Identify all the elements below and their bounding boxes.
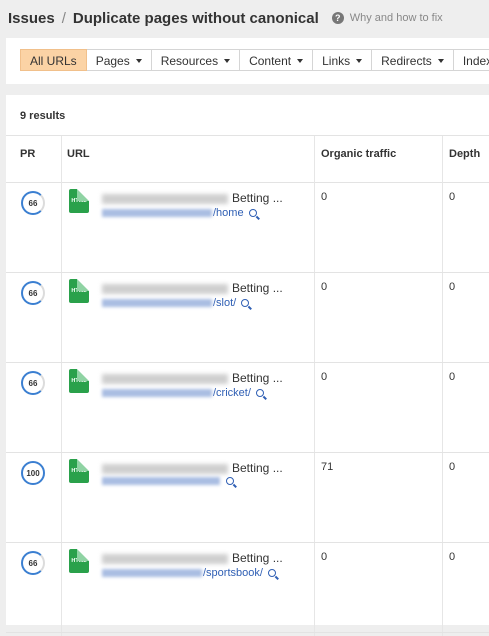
depth-value: 0 xyxy=(449,551,456,563)
search-icon[interactable] xyxy=(267,569,276,577)
url-path-text: /slot/ xyxy=(213,297,237,309)
pr-score-badge: 66 xyxy=(21,551,45,575)
redacted-title xyxy=(102,373,228,384)
breadcrumb: Issues / Duplicate pages without canonic… xyxy=(8,8,443,28)
redacted-title xyxy=(102,283,228,294)
organic-traffic-value: 0 xyxy=(321,281,328,293)
filter-tabs-panel: All URLs Pages Resources Content Links Redire… xyxy=(6,38,489,84)
results-count: 9 results xyxy=(20,110,66,122)
pr-score-badge: 66 xyxy=(21,191,45,215)
redacted-url xyxy=(102,209,212,217)
page-title: Duplicate pages without canonical xyxy=(72,9,319,27)
redacted-url xyxy=(102,477,220,485)
title-text: Betting ... xyxy=(232,281,283,295)
tab-all-urls[interactable]: All URLs xyxy=(20,49,87,71)
breadcrumb-issues[interactable]: Issues xyxy=(8,10,55,27)
depth-value: 0 xyxy=(449,191,456,203)
why-how-to-fix-link[interactable]: Why and how to fix xyxy=(350,12,443,24)
tab-content[interactable]: Content xyxy=(240,49,314,71)
html-file-icon: HTML xyxy=(69,369,89,393)
pr-score-badge: 66 xyxy=(21,371,45,395)
search-icon[interactable] xyxy=(226,477,234,485)
redacted-title xyxy=(102,193,228,204)
breadcrumb-separator: / xyxy=(61,9,66,27)
tab-label: Resources xyxy=(160,54,219,68)
pr-score-badge: 66 xyxy=(21,281,45,305)
tab-redirects[interactable]: Redirects xyxy=(372,49,454,71)
column-header-depth[interactable]: Depth xyxy=(449,148,480,160)
depth-value: 0 xyxy=(449,461,456,473)
table-row: 66 HTML Betting ... /slot/0 0 xyxy=(6,272,489,363)
organic-traffic-value: 0 xyxy=(321,551,328,563)
html-file-icon: HTML xyxy=(69,549,89,573)
url-link[interactable]: /slot/ xyxy=(102,297,250,309)
url-path-text: /cricket/ xyxy=(213,387,251,399)
column-header-pr[interactable]: PR xyxy=(20,148,35,160)
redacted-title xyxy=(102,463,228,474)
search-icon[interactable] xyxy=(248,209,257,217)
redacted-url xyxy=(102,569,202,577)
table-row: 66 HTML Betting ... /cricket/0 0 xyxy=(6,362,489,453)
url-link[interactable]: /home xyxy=(102,207,257,219)
tab-label: Redirects xyxy=(381,54,432,68)
url-path-text: /home xyxy=(213,207,244,219)
page-title-cell: Betting ... xyxy=(102,191,283,205)
column-header-organic-traffic[interactable]: Organic traffic xyxy=(321,148,396,160)
page-title-cell: Betting ... xyxy=(102,281,283,295)
table-header: PR URL Organic traffic Depth xyxy=(6,135,489,183)
html-file-icon: HTML xyxy=(69,279,89,303)
redacted-url xyxy=(102,299,212,307)
caret-down-icon xyxy=(437,59,444,63)
search-icon[interactable] xyxy=(241,299,250,307)
redacted-url xyxy=(102,389,212,397)
url-link[interactable]: /sportsbook/ xyxy=(102,567,276,579)
column-header-url[interactable]: URL xyxy=(67,148,90,160)
title-text: Betting ... xyxy=(232,461,283,475)
depth-value: 0 xyxy=(449,371,456,383)
tab-pages[interactable]: Pages xyxy=(86,49,152,71)
caret-down-icon xyxy=(356,59,363,63)
page-title-cell: Betting ... xyxy=(102,551,283,565)
page-title-cell: Betting ... xyxy=(102,371,283,385)
table-row: 100 HTML Betting ... 71 0 xyxy=(6,452,489,543)
table-row: 66 HTML Betting ... /home 0 0 xyxy=(6,182,489,273)
tab-links[interactable]: Links xyxy=(313,49,373,71)
title-text: Betting ... xyxy=(232,191,283,205)
tab-index[interactable]: Index xyxy=(453,49,489,71)
url-path-text: /sportsbook/ xyxy=(203,567,263,579)
title-text: Betting ... xyxy=(232,551,283,565)
url-link[interactable]: /cricket/ xyxy=(102,387,264,399)
tab-label: Content xyxy=(249,54,292,68)
redacted-title xyxy=(102,553,228,564)
caret-down-icon xyxy=(224,59,231,63)
organic-traffic-value: 0 xyxy=(321,371,328,383)
tab-resources[interactable]: Resources xyxy=(151,49,241,71)
html-file-icon: HTML xyxy=(69,189,89,213)
tab-label: Index xyxy=(462,54,489,68)
filter-tabs: All URLs Pages Resources Content Links Redire… xyxy=(20,49,489,71)
organic-traffic-value: 0 xyxy=(321,191,328,203)
url-link[interactable] xyxy=(102,477,234,485)
depth-value: 0 xyxy=(449,281,456,293)
tab-label: All URLs xyxy=(30,54,77,68)
caret-down-icon xyxy=(135,59,142,63)
results-table: 9 results PR URL Organic traffic Depth 6… xyxy=(6,95,489,636)
tab-label: Pages xyxy=(95,54,130,68)
table-row: 66 HTML Betting ... /sportsbook/0 0 xyxy=(6,542,489,633)
tab-label: Links xyxy=(322,54,351,68)
search-icon[interactable] xyxy=(255,389,264,397)
caret-down-icon xyxy=(297,59,304,63)
help-icon[interactable]: ? xyxy=(331,12,344,24)
page-title-cell: Betting ... xyxy=(102,461,283,475)
pr-score-badge: 100 xyxy=(21,461,45,485)
organic-traffic-value: 71 xyxy=(321,461,334,473)
html-file-icon: HTML xyxy=(69,459,89,483)
title-text: Betting ... xyxy=(232,371,283,385)
